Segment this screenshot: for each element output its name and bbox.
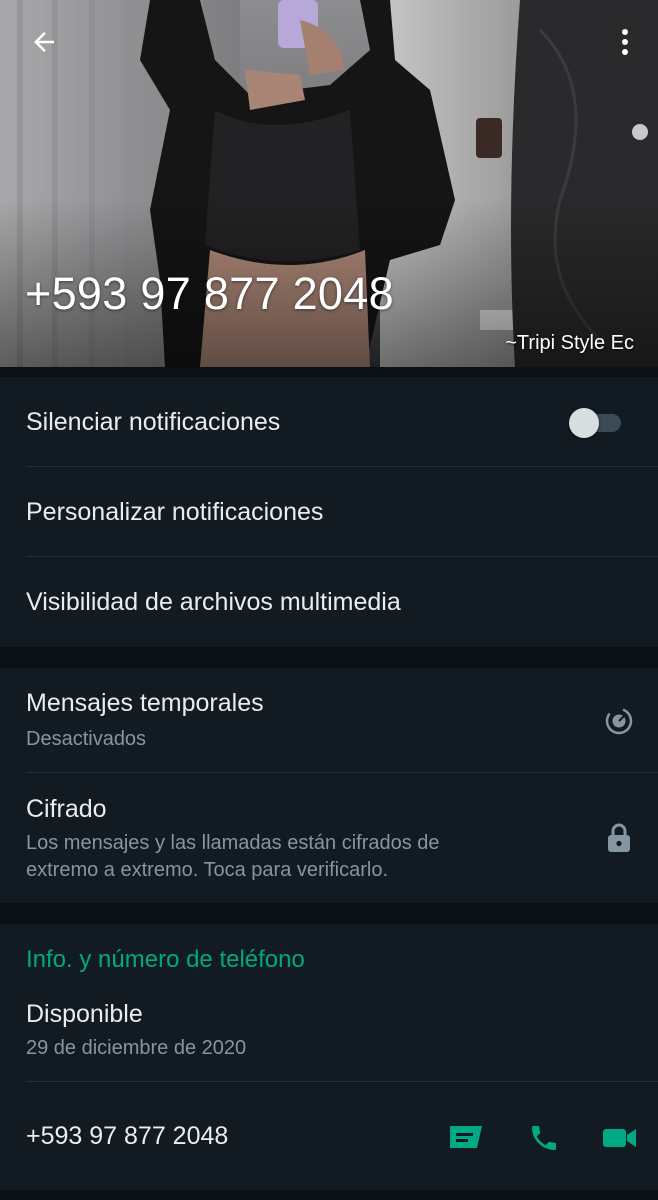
- disappearing-messages-status: Desactivados: [26, 728, 147, 750]
- more-vertical-icon: [622, 29, 628, 55]
- privacy-section: Mensajes temporales Desactivados Cifrado…: [0, 668, 658, 903]
- back-button[interactable]: [22, 22, 66, 62]
- disappearing-messages-label: Mensajes temporales: [26, 689, 264, 717]
- status-row[interactable]: Disponible 29 de diciembre de 2020: [0, 988, 658, 1082]
- phone-icon: [532, 1126, 556, 1150]
- disappearing-messages-row[interactable]: Mensajes temporales Desactivados: [0, 668, 658, 772]
- photo-caption: ~Tripi Style Ec: [505, 332, 634, 354]
- contact-name-title: +593 97 877 2048: [25, 268, 394, 319]
- media-visibility-label: Visibilidad de archivos multimedia: [26, 588, 401, 616]
- timer-icon: [602, 704, 636, 738]
- message-button[interactable]: [446, 1118, 486, 1158]
- encryption-label: Cifrado: [26, 795, 107, 823]
- lock-icon: [604, 821, 634, 855]
- video-call-button[interactable]: [600, 1118, 640, 1158]
- encryption-description-line2: extremo a extremo. Toca para verificarlo…: [26, 859, 389, 881]
- mute-notifications-row[interactable]: Silenciar notificaciones: [0, 377, 658, 467]
- notifications-section: Silenciar notificaciones Personalizar no…: [0, 377, 658, 647]
- profile-header: +593 97 877 2048 ~Tripi Style Ec: [0, 0, 658, 367]
- video-call-icon: [603, 1129, 636, 1147]
- bottom-strip: [0, 1190, 658, 1200]
- about-section: Info. y número de teléfono Disponible 29…: [0, 924, 658, 1190]
- message-icon: [450, 1126, 482, 1148]
- voice-call-button[interactable]: [524, 1118, 564, 1158]
- mute-notifications-toggle[interactable]: [569, 408, 621, 438]
- about-section-title: Info. y número de teléfono: [26, 946, 305, 973]
- encryption-row[interactable]: Cifrado Los mensajes y las llamadas está…: [0, 773, 658, 903]
- more-options-button[interactable]: [610, 22, 640, 62]
- media-visibility-row[interactable]: Visibilidad de archivos multimedia: [0, 557, 658, 647]
- arrow-left-icon: [34, 32, 54, 52]
- mute-notifications-label: Silenciar notificaciones: [26, 408, 281, 436]
- custom-notifications-label: Personalizar notificaciones: [26, 498, 324, 526]
- status-text: Disponible: [26, 1000, 143, 1028]
- phone-row[interactable]: +593 97 877 2048: [0, 1082, 658, 1190]
- status-date: 29 de diciembre de 2020: [26, 1037, 247, 1059]
- phone-number: +593 97 877 2048: [26, 1122, 229, 1150]
- custom-notifications-row[interactable]: Personalizar notificaciones: [0, 467, 658, 557]
- toggle-thumb: [569, 408, 599, 438]
- encryption-description-line1: Los mensajes y las llamadas están cifrad…: [26, 832, 440, 854]
